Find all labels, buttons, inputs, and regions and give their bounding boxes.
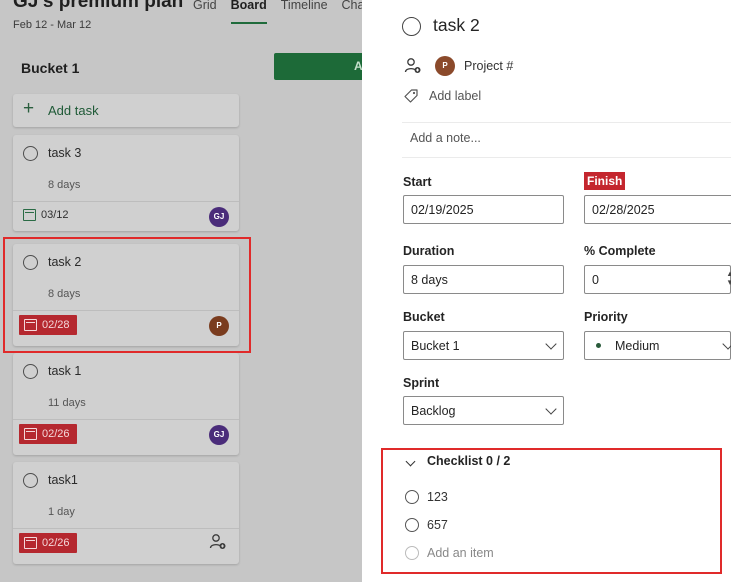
- finish-date-field[interactable]: 02/28/2025: [584, 195, 731, 224]
- spinner-arrows-icon[interactable]: ▲ ▼: [726, 269, 731, 287]
- task-card[interactable]: task 1 11 days 02/26 GJ: [13, 353, 239, 455]
- task-card-title: task1: [48, 473, 78, 487]
- task-card-date-text: 02/26: [42, 537, 70, 549]
- add-task-button[interactable]: + Add task: [13, 94, 239, 127]
- chevron-down-icon: [545, 338, 557, 350]
- priority-dot-icon: [596, 343, 601, 349]
- duration-label: Duration: [403, 244, 455, 258]
- plus-icon: +: [23, 98, 35, 119]
- task-card-date-text: 02/26: [42, 428, 70, 440]
- primary-action-button[interactable]: A: [274, 53, 362, 80]
- task-card[interactable]: task 3 8 days 03/12 GJ: [13, 135, 239, 231]
- tag-icon: [404, 89, 418, 103]
- task-card-date: 03/12: [23, 209, 69, 221]
- calendar-icon: [24, 537, 37, 549]
- priority-select-value: Medium: [615, 339, 660, 353]
- tab-charts[interactable]: Cha: [342, 0, 362, 12]
- task-card-duration: 8 days: [48, 179, 81, 191]
- priority-label: Priority: [584, 310, 628, 324]
- chevron-down-icon: [545, 403, 557, 415]
- board-view: GJ's premium plan Feb 12 - Mar 12 Grid B…: [0, 0, 362, 582]
- complete-circle-icon[interactable]: [23, 146, 38, 161]
- avatar[interactable]: GJ: [209, 207, 229, 227]
- view-tabs: Grid Board Timeline Cha: [193, 0, 362, 24]
- chevron-down-icon: [722, 338, 731, 350]
- complete-circle-icon[interactable]: [23, 473, 38, 488]
- note-placeholder: Add a note...: [410, 131, 481, 145]
- plan-title: GJ's premium plan: [13, 0, 184, 12]
- tab-grid[interactable]: Grid: [193, 0, 217, 12]
- duration-field[interactable]: 8 days: [403, 265, 564, 294]
- bucket-select[interactable]: Bucket 1: [403, 331, 564, 360]
- sprint-label: Sprint: [403, 376, 440, 390]
- sprint-select[interactable]: Backlog: [403, 396, 564, 425]
- add-label-button[interactable]: Add label: [429, 89, 481, 103]
- priority-select[interactable]: Medium: [584, 331, 731, 360]
- task-card-title: task 1: [48, 364, 82, 378]
- highlight-box: [381, 448, 722, 574]
- task-card[interactable]: task1 1 day 02/26: [13, 462, 239, 564]
- complete-label: % Complete: [584, 244, 656, 258]
- assign-person-icon[interactable]: [404, 57, 422, 75]
- tab-board[interactable]: Board: [230, 0, 267, 24]
- card-divider: [13, 419, 239, 420]
- sprint-select-value: Backlog: [411, 404, 456, 418]
- card-divider: [13, 201, 239, 202]
- overdue-date-badge: 02/26: [19, 533, 77, 553]
- project-label[interactable]: Project #: [464, 59, 513, 73]
- highlight-box: [3, 237, 251, 353]
- start-date-field[interactable]: 02/19/2025: [403, 195, 564, 224]
- task-card-duration: 1 day: [48, 506, 75, 518]
- task-detail-panel: task 2 P Project # Add label Add a note.…: [362, 0, 731, 582]
- complete-circle-icon[interactable]: [402, 17, 421, 36]
- add-task-label: Add task: [48, 103, 99, 118]
- assign-person-icon[interactable]: [209, 533, 227, 551]
- finish-label: Finish: [584, 172, 626, 190]
- task-card-duration: 11 days: [48, 397, 86, 409]
- bucket-title: Bucket 1: [21, 60, 80, 76]
- tab-timeline[interactable]: Timeline: [281, 0, 328, 12]
- percent-complete-value: 0: [592, 273, 599, 287]
- percent-complete-field[interactable]: 0 ▲ ▼: [584, 265, 731, 294]
- calendar-icon: [24, 428, 37, 440]
- complete-circle-icon[interactable]: [23, 364, 38, 379]
- overdue-date-badge: 02/26: [19, 424, 77, 444]
- bucket-select-value: Bucket 1: [411, 339, 460, 353]
- task-card-date-text: 03/12: [41, 209, 69, 221]
- avatar[interactable]: P: [435, 56, 455, 76]
- task-card-title: task 3: [48, 146, 82, 160]
- task-title[interactable]: task 2: [433, 15, 480, 36]
- avatar[interactable]: GJ: [209, 425, 229, 445]
- plan-dates: Feb 12 - Mar 12: [13, 19, 92, 31]
- calendar-icon: [23, 209, 36, 221]
- start-label: Start: [403, 175, 432, 189]
- card-divider: [13, 528, 239, 529]
- bucket-label: Bucket: [403, 310, 445, 324]
